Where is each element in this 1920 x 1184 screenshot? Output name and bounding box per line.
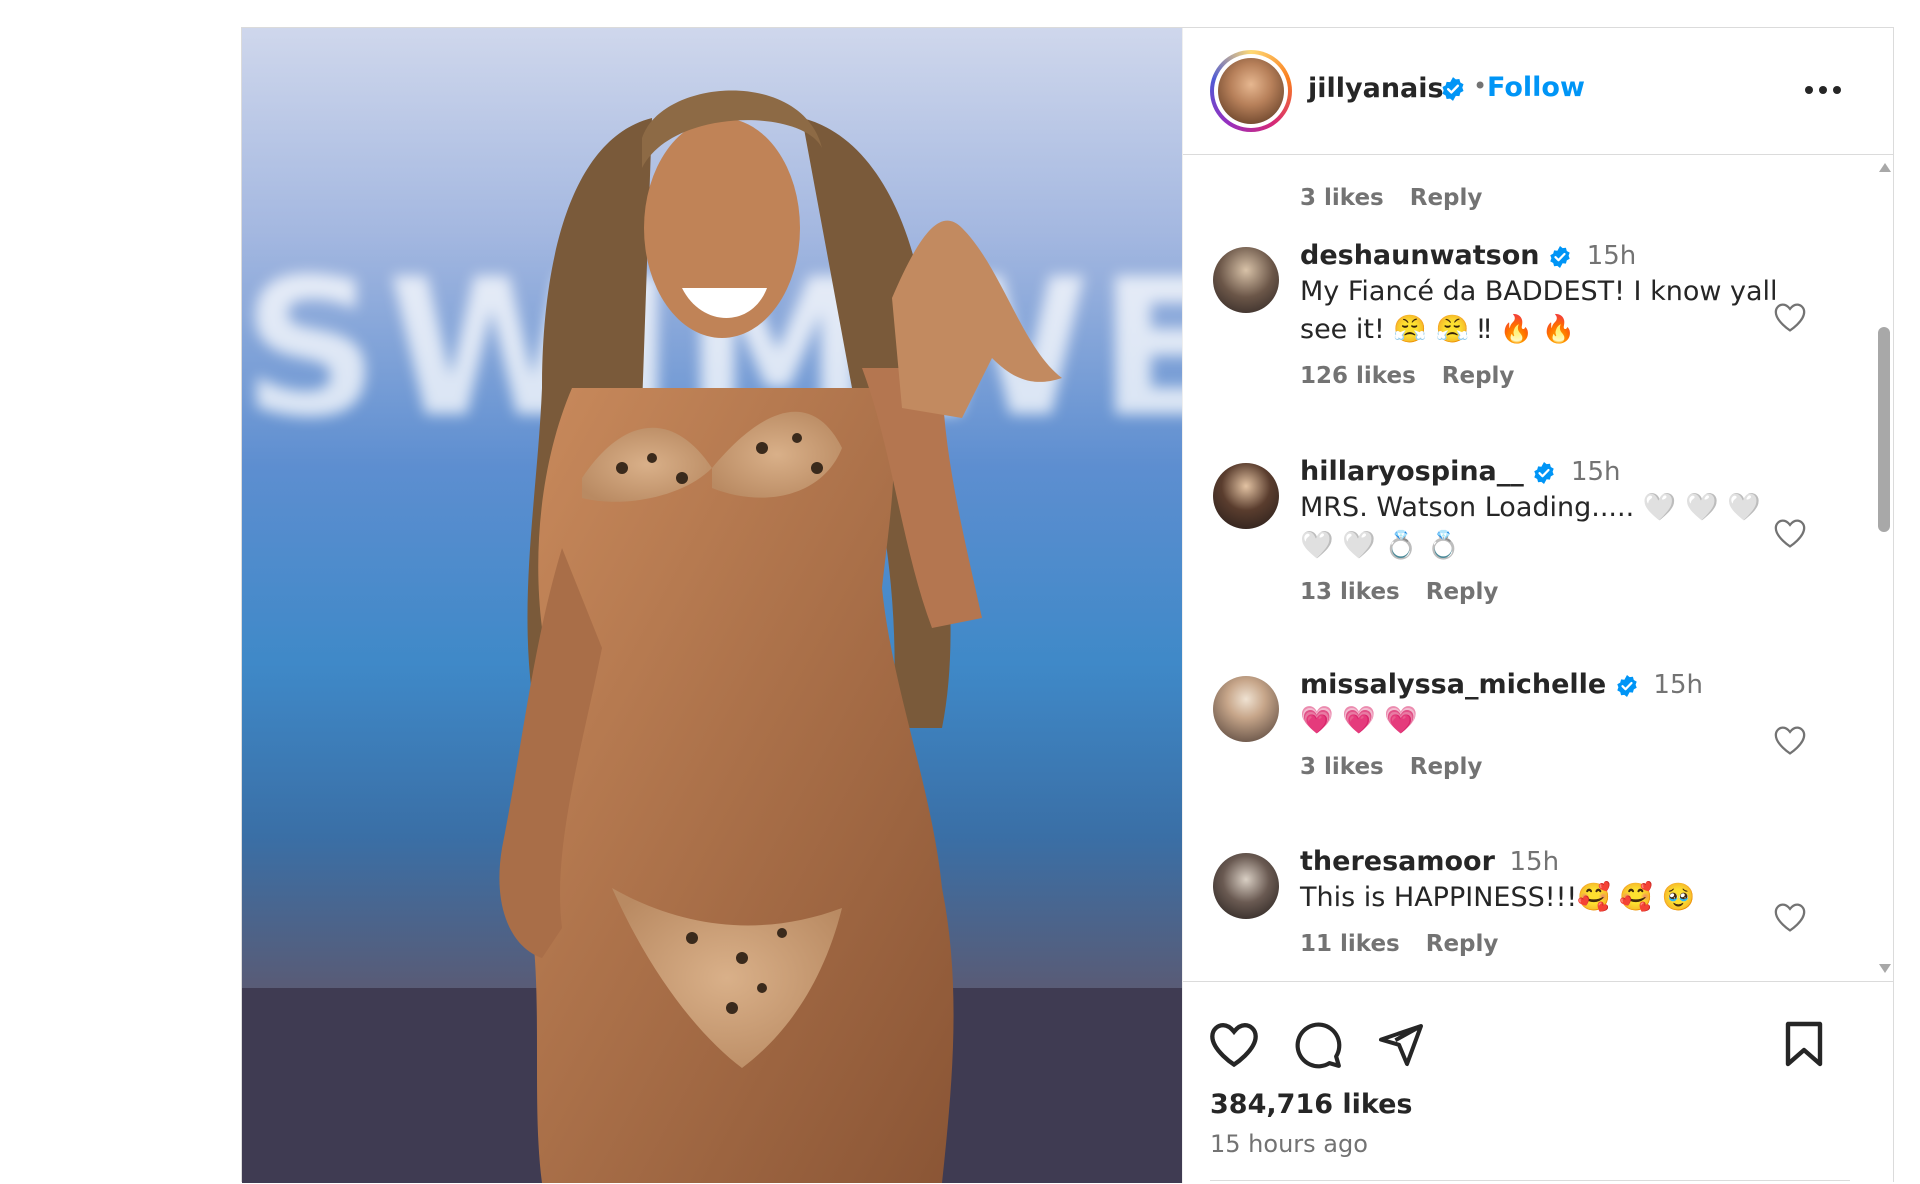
verified-badge-icon [1534,461,1555,484]
divider [1210,1180,1850,1181]
comment-likes[interactable]: 3 likes [1300,754,1384,780]
comment-text: This is HAPPINESS!!!🥰 🥰 🥹 [1300,882,1696,913]
comment-meta: 13 likes Reply [1300,579,1800,605]
comment-meta: 126 likes Reply [1300,363,1800,389]
comment-bubble-icon[interactable] [1293,1020,1343,1070]
avatar[interactable] [1210,50,1292,132]
post-likes-count[interactable]: 384,716 likes [1210,1089,1413,1120]
previous-comment-meta: 3 likes Reply [1300,185,1508,211]
reply-button[interactable]: Reply [1410,754,1483,780]
scroll-down-arrow-icon[interactable] [1879,964,1891,973]
post-actions: 384,716 likes 15 hours ago [1183,981,1894,1184]
comment-text: 💗 💗 💗 [1300,705,1419,736]
reply-button[interactable]: Reply [1426,931,1499,957]
comment-text: My Fiancé da BADDEST! I know yall [1300,276,1778,307]
comment-time: 15h [1586,241,1637,271]
avatar[interactable] [1213,676,1279,742]
avatar[interactable] [1213,853,1279,919]
comment-time: 15h [1570,457,1621,487]
comment-text-continued: 🤍 🤍 💍 💍 [1300,530,1461,561]
comments-panel: jillyanais • Follow 3 likes Reply deshaun… [1182,28,1894,1183]
comment-username[interactable]: theresamoor [1300,846,1495,877]
post-timestamp: 15 hours ago [1210,1130,1368,1158]
comment-likes[interactable]: 13 likes [1300,579,1400,605]
verified-badge-icon [1442,77,1464,101]
like-comment-heart-icon[interactable] [1773,517,1807,549]
like-comment-heart-icon[interactable] [1773,901,1807,933]
verified-badge-icon [1617,674,1637,697]
comments-scrollbar[interactable] [1878,155,1892,981]
comment-time: 15h [1509,847,1560,877]
model-photo [242,90,1182,1183]
share-send-icon[interactable] [1377,1020,1425,1068]
like-comment-heart-icon[interactable] [1773,724,1807,756]
comment-time: 15h [1653,670,1703,700]
avatar[interactable] [1213,463,1279,529]
comment-likes[interactable]: 3 likes [1300,185,1384,211]
comment-username[interactable]: missalyssa_michelle [1300,669,1606,700]
header-separator: • [1473,72,1488,100]
verified-badge-icon [1550,245,1570,268]
comment-text-continued: see it! 😤 😤 ‼ 🔥 🔥 [1300,314,1576,345]
post-header: jillyanais • Follow [1183,28,1894,155]
like-heart-icon[interactable] [1208,1020,1260,1068]
scrollbar-thumb[interactable] [1878,327,1890,532]
save-bookmark-icon[interactable] [1783,1020,1825,1068]
comments-list: 3 likes Reply deshaunwatson 15h My Fiancé… [1183,155,1894,981]
comment-text: MRS. Watson Loading..... 🤍 🤍 🤍 [1300,492,1761,523]
comment-username[interactable]: hillaryospina__ [1300,456,1524,487]
scroll-up-arrow-icon[interactable] [1879,163,1891,172]
reply-button[interactable]: Reply [1442,363,1515,389]
post-image[interactable]: SWIMWEEK [242,28,1182,1183]
comment-likes[interactable]: 11 likes [1300,931,1400,957]
like-comment-heart-icon[interactable] [1773,301,1807,333]
reply-button[interactable]: Reply [1426,579,1499,605]
comment-meta: 3 likes Reply [1300,754,1800,780]
follow-button[interactable]: Follow [1487,72,1585,103]
more-horizontal-icon[interactable] [1803,84,1843,96]
comment-likes[interactable]: 126 likes [1300,363,1416,389]
instagram-post: SWIMWEEK [241,27,1894,1183]
comment-username[interactable]: deshaunwatson [1300,240,1540,271]
comment-meta: 11 likes Reply [1300,931,1800,957]
reply-button[interactable]: Reply [1410,185,1483,211]
post-author-username[interactable]: jillyanais [1308,73,1444,104]
avatar[interactable] [1213,247,1279,313]
